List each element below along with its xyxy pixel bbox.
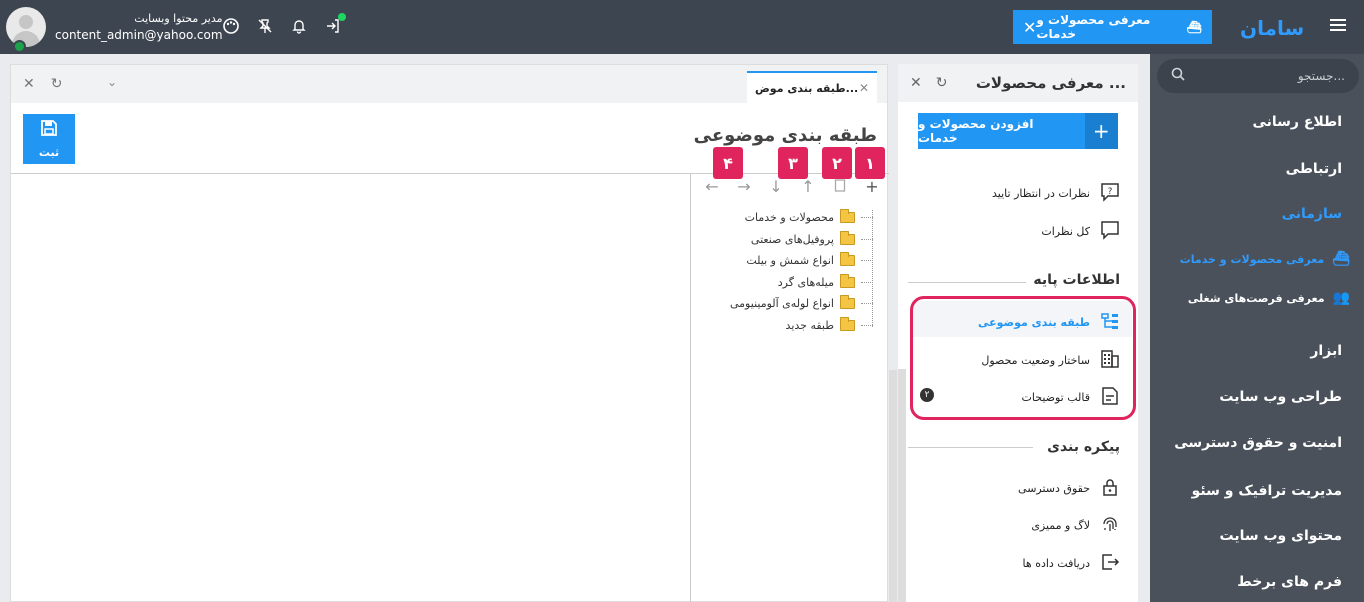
tree-node[interactable]: میله‌های گرد xyxy=(730,272,873,294)
user-role: مدیر محتوا وبسایت xyxy=(134,12,223,25)
lock-icon xyxy=(1100,477,1120,500)
arrow-left-icon[interactable]: ← xyxy=(701,177,723,196)
sidebar-subitem-jobs[interactable]: معرفی فرصت‌های شغلی 👥 xyxy=(1188,290,1350,306)
sidebar-item-content[interactable]: محتوای وب سایت xyxy=(1220,528,1343,544)
user-info[interactable]: مدیر محتوا وبسایت content_admin@yahoo.co… xyxy=(6,7,223,53)
palette-icon[interactable] xyxy=(222,17,240,35)
refresh-icon[interactable]: ↻ xyxy=(51,76,63,92)
search-placeholder: جستجو... xyxy=(1297,69,1345,83)
step-number-2: ۲ xyxy=(822,147,852,179)
ship-icon: ⛴ xyxy=(1332,251,1350,267)
plus-icon: + xyxy=(1084,113,1118,149)
module-panel: ✕ ↻ معرفی محصولات ... افزودن محصولات و خ… xyxy=(898,64,1138,602)
menu-item-access-rights[interactable]: حقوق دسترسی xyxy=(1018,477,1120,500)
comments-icon xyxy=(1100,220,1120,243)
menu-item-logs[interactable]: لاگ و ممیزی xyxy=(1031,514,1120,537)
tab-label: طبقه بندی موض... xyxy=(755,81,859,95)
folder-icon xyxy=(840,252,855,267)
bell-icon[interactable] xyxy=(290,17,308,35)
ship-icon: ⛴ xyxy=(1186,20,1202,34)
tree-node[interactable]: محصولات و خدمات xyxy=(730,207,873,229)
menu-item-pending-comments[interactable]: نظرات در انتظار تایید ? xyxy=(992,182,1120,205)
refresh-icon[interactable]: ↻ xyxy=(936,75,948,91)
sidebar-item-web-design[interactable]: طراحی وب سایت xyxy=(1219,389,1342,405)
folder-icon xyxy=(840,209,855,224)
user-email: content_admin@yahoo.com xyxy=(55,28,223,42)
tree-node[interactable]: طبقه جدید xyxy=(730,315,873,337)
sidebar-item-communication[interactable]: ارتباطی xyxy=(1286,161,1342,177)
sidebar-item-traffic-seo[interactable]: مدیریت ترافیک و سئو xyxy=(1192,483,1342,499)
section-config: پیکره بندی xyxy=(1047,439,1120,455)
sidebar-item-notification[interactable]: اطلاع رسانی xyxy=(1252,114,1342,130)
arrow-up-icon[interactable]: ↑ xyxy=(797,177,819,196)
active-module-tab[interactable]: ✕ معرفی محصولات و خدمات ⛴ xyxy=(1013,10,1212,44)
people-icon: 👥 xyxy=(1332,290,1350,306)
comment-question-icon: ? xyxy=(1100,182,1120,205)
scrollbar[interactable] xyxy=(889,370,897,602)
top-bar: مدیر محتوا وبسایت content_admin@yahoo.co… xyxy=(0,0,1364,54)
folder-icon xyxy=(840,316,855,331)
tree-node[interactable]: انواع لوله‌ی آلومینیومی xyxy=(730,293,873,315)
hamburger-menu-icon[interactable] xyxy=(1330,19,1346,34)
save-button[interactable]: ثبت xyxy=(23,114,75,164)
export-icon xyxy=(1100,552,1120,575)
folder-icon xyxy=(840,295,855,310)
save-icon xyxy=(40,119,58,140)
arrow-right-icon[interactable]: → xyxy=(733,177,755,196)
step-number-3: ۳ xyxy=(778,147,808,179)
fingerprint-icon xyxy=(1100,514,1120,537)
step-number-4: ۴ xyxy=(713,147,743,179)
search-input[interactable]: جستجو... xyxy=(1157,59,1359,93)
section-base-info: اطلاعات پایه xyxy=(1033,272,1120,288)
add-product-button[interactable]: افزودن محصولات و خدمات + xyxy=(918,113,1118,149)
arrow-down-icon[interactable]: ↓ xyxy=(765,177,787,196)
folder-icon xyxy=(840,273,855,288)
page-title: طبقه بندی موضوعی xyxy=(693,125,877,146)
content-panel: ✕ ↻ ⌄ طبقه بندی موض... ✕ ثبت طبقه بندی م… xyxy=(10,64,889,602)
add-icon[interactable]: + xyxy=(861,177,883,196)
menu-item-data-export[interactable]: دریافت داده ها xyxy=(1023,552,1120,575)
close-icon[interactable]: ✕ xyxy=(859,81,869,95)
tree-node[interactable]: انواع شمش و بیلت xyxy=(730,250,873,272)
menu-item-all-comments[interactable]: کل نظرات xyxy=(1041,220,1120,243)
folder-icon xyxy=(840,230,855,245)
sidebar: جستجو... اطلاع رسانی ارتباطی سازمانی معر… xyxy=(1150,54,1364,602)
close-icon[interactable]: ✕ xyxy=(1023,18,1036,37)
close-icon[interactable]: ✕ xyxy=(23,76,35,92)
sidebar-subitem-products[interactable]: معرفی محصولات و خدمات ⛴ xyxy=(1180,251,1350,267)
step-number-1: ۱ xyxy=(855,147,885,179)
avatar[interactable] xyxy=(6,7,46,47)
close-icon[interactable]: ✕ xyxy=(910,75,922,91)
brand-logo[interactable]: سامان xyxy=(1240,16,1304,40)
chevron-down-icon[interactable]: ⌄ xyxy=(107,75,117,89)
sidebar-item-organizational[interactable]: سازمانی xyxy=(1282,206,1342,222)
tree-toolbar: ← → ↓ ↑ + xyxy=(701,177,883,196)
panel-title: معرفی محصولات ... xyxy=(975,74,1126,92)
sidebar-item-tools[interactable]: ابزار xyxy=(1310,343,1342,359)
highlight-frame xyxy=(910,296,1136,420)
active-tab-label: معرفی محصولات و خدمات xyxy=(1036,13,1151,41)
delete-icon[interactable] xyxy=(829,177,851,196)
scrollbar[interactable] xyxy=(898,369,906,602)
pin-off-icon[interactable] xyxy=(256,17,274,35)
category-tree: محصولات و خدمات پروفیل‌های صنعتی انواع ش… xyxy=(730,207,873,336)
search-icon xyxy=(1171,67,1185,84)
tree-node[interactable]: پروفیل‌های صنعتی xyxy=(730,229,873,251)
tab-category[interactable]: طبقه بندی موض... ✕ xyxy=(747,71,877,103)
svg-text:?: ? xyxy=(1108,187,1113,197)
online-status-dot xyxy=(13,40,26,53)
login-icon[interactable] xyxy=(324,13,346,35)
sidebar-item-security[interactable]: امنیت و حقوق دسترسی xyxy=(1174,435,1342,451)
sidebar-item-forms[interactable]: فرم های برخط xyxy=(1237,574,1342,590)
